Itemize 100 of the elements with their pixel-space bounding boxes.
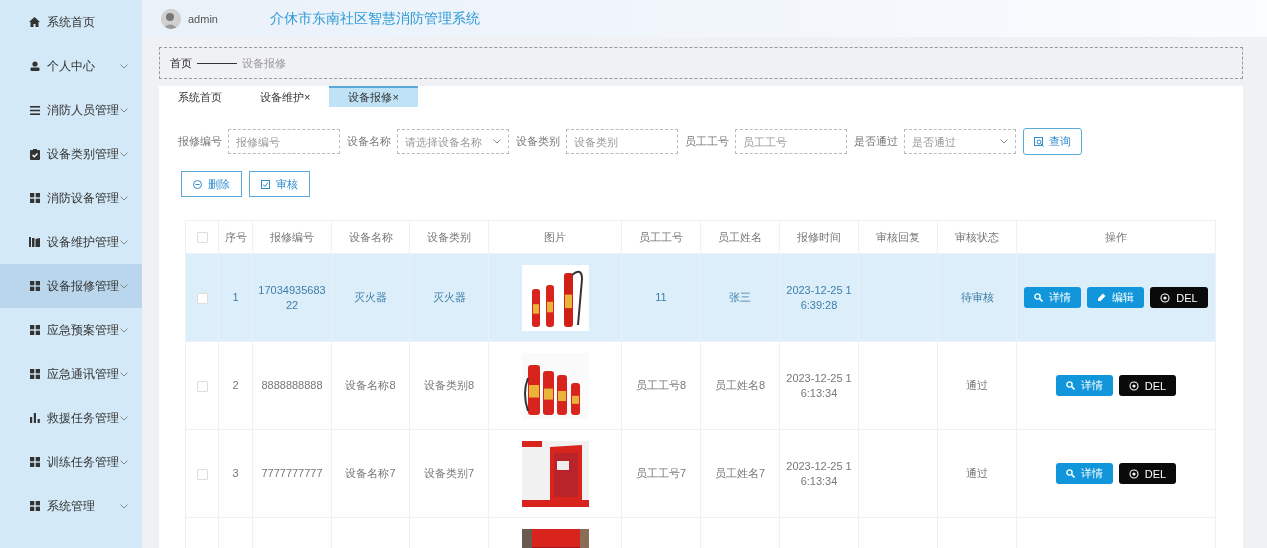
user-name: admin — [188, 12, 218, 25]
filter-label: 设备类别 — [516, 134, 560, 149]
sidebar-item[interactable]: 设备类别管理 — [0, 132, 142, 176]
table-cell: 员工工号7 — [635, 467, 687, 479]
column-header: 报修时间 — [779, 220, 859, 254]
input-field[interactable]: 设备类别 — [566, 129, 678, 154]
column-header: 审核回复 — [858, 220, 938, 254]
checkbox[interactable] — [196, 232, 208, 244]
input-field[interactable]: 报修编号 — [228, 129, 340, 154]
sidebar-item[interactable]: 设备报修管理 — [0, 264, 142, 308]
table-cell: 2023-12-25 16:13:34 — [786, 459, 852, 487]
table-cell: 待审核 — [960, 291, 994, 303]
table-cell: 员工姓名8 — [714, 379, 766, 391]
sidebar-label: 救援任务管理 — [47, 409, 120, 427]
table-cell: 灭火器 — [432, 291, 466, 303]
table-row[interactable]: 2 8888888888 设备名称8 设备类别8 员工工号8 员工姓名8 2023-12-25 16:13:34 通过 详情 DEL — [185, 341, 1216, 430]
grid-icon — [29, 457, 40, 467]
checkbox[interactable] — [196, 380, 208, 392]
sidebar-item[interactable]: 应急预案管理 — [0, 308, 142, 352]
table-cell: 3 — [232, 467, 239, 479]
table-cell: 设备类别8 — [423, 379, 475, 391]
filter-label: 员工工号 — [685, 134, 729, 149]
delete-button[interactable]: 删除 — [181, 171, 242, 197]
sidebar-label: 设备报修管理 — [47, 277, 120, 295]
search-icon — [1065, 381, 1075, 390]
sidebar-item[interactable]: 消防设备管理 — [0, 176, 142, 220]
table-cell: 2023-12-25 16:13:34 — [786, 371, 852, 399]
table-cell: 2023-12-25 16:39:28 — [786, 283, 852, 311]
grid-icon — [29, 325, 40, 335]
grid-icon — [29, 501, 40, 511]
sidebar-item[interactable]: 系统首页 — [0, 0, 142, 44]
minus-circle-icon — [193, 179, 202, 189]
sidebar-label: 消防人员管理 — [47, 101, 120, 119]
grid-icon — [29, 369, 40, 379]
grid-icon — [29, 281, 40, 291]
breadcrumb-link[interactable]: 首页 — [170, 55, 192, 71]
sidebar-item[interactable]: 训练任务管理 — [0, 440, 142, 484]
sidebar-item[interactable]: 应急通讯管理 — [0, 352, 142, 396]
sidebar-item[interactable]: 系统管理 — [0, 484, 142, 528]
input-field[interactable]: 员工工号 — [735, 129, 847, 154]
table-cell: 1703493568322 — [258, 283, 326, 311]
sidebar-label: 训练任务管理 — [47, 453, 120, 471]
sidebar-item[interactable]: 救援任务管理 — [0, 396, 142, 440]
table-cell: 1 — [232, 291, 239, 303]
column-header: 审核状态 — [937, 220, 1017, 254]
table-cell: 员工姓名7 — [714, 467, 766, 479]
sidebar-label: 设备类别管理 — [47, 145, 120, 163]
search-icon — [1034, 136, 1044, 147]
column-header: 设备名称 — [331, 220, 410, 254]
table-cell: 设备名称8 — [345, 379, 396, 391]
checkbox[interactable] — [196, 468, 208, 480]
filter-label: 设备名称 — [347, 134, 391, 149]
checkbox[interactable] — [196, 292, 208, 304]
search-icon — [1065, 469, 1075, 478]
delete-button[interactable]: DEL — [1118, 375, 1177, 396]
sidebar-label: 应急预案管理 — [47, 321, 120, 339]
review-button[interactable]: 审核 — [249, 171, 310, 197]
table-row[interactable]: 1 1703493568322 灭火器 灭火器 11 张三 2023-12-25 16:39:28 待审核 详情 编辑 DEL — [185, 253, 1216, 342]
select-field[interactable]: 是否通过 — [904, 129, 1016, 154]
grid-icon — [29, 193, 40, 203]
target-icon — [1160, 292, 1171, 303]
checkbox-icon — [261, 179, 270, 189]
pencil-icon — [1097, 293, 1107, 302]
sidebar-label: 系统首页 — [47, 13, 96, 31]
filter-label: 报修编号 — [178, 134, 222, 149]
chevron-down-icon — [493, 139, 501, 144]
filter-label: 是否通过 — [854, 134, 898, 149]
avatar — [161, 8, 181, 29]
column-header: 操作 — [1016, 220, 1216, 254]
column-header: 员工姓名 — [700, 220, 780, 254]
sidebar-item[interactable]: 个人中心 — [0, 44, 142, 88]
home-icon — [29, 17, 40, 27]
table-row[interactable]: 3 7777777777 设备名称7 设备类别7 员工工号7 员工姓名7 2023-12-25 16:13:34 通过 详情 DEL — [185, 429, 1216, 518]
table-cell: 员工工号8 — [635, 379, 687, 391]
delete-button[interactable]: DEL — [1118, 463, 1177, 484]
column-header: 员工工号 — [621, 220, 701, 254]
sidebar-item[interactable]: 消防人员管理 — [0, 88, 142, 132]
tab[interactable]: 设备报修× — [329, 86, 418, 107]
table-cell: 通过 — [966, 379, 988, 391]
person-icon — [29, 61, 40, 71]
column-header: 序号 — [218, 220, 253, 254]
sidebar-item[interactable]: 设备维护管理 — [0, 220, 142, 264]
table-cell: 设备名称7 — [345, 467, 396, 479]
select-field[interactable]: 请选择设备名称 — [397, 129, 509, 154]
books-icon — [29, 237, 40, 247]
sidebar-label: 消防设备管理 — [47, 189, 120, 207]
breadcrumb-current: 设备报修 — [242, 55, 286, 71]
column-header: 设备类别 — [409, 220, 489, 254]
query-button[interactable]: 查询 — [1023, 128, 1082, 155]
search-icon — [1034, 293, 1044, 302]
target-icon — [1128, 468, 1139, 479]
sidebar-label: 设备维护管理 — [47, 233, 120, 251]
delete-button[interactable]: DEL — [1150, 287, 1208, 308]
clipboard-icon — [29, 148, 40, 160]
table-cell: 8888888888 — [261, 379, 323, 391]
table-cell: 张三 — [729, 291, 751, 303]
sidebar-label: 系统管理 — [47, 497, 96, 515]
list-icon — [29, 105, 40, 115]
target-icon — [1128, 380, 1139, 391]
bar-chart-icon — [29, 413, 40, 423]
